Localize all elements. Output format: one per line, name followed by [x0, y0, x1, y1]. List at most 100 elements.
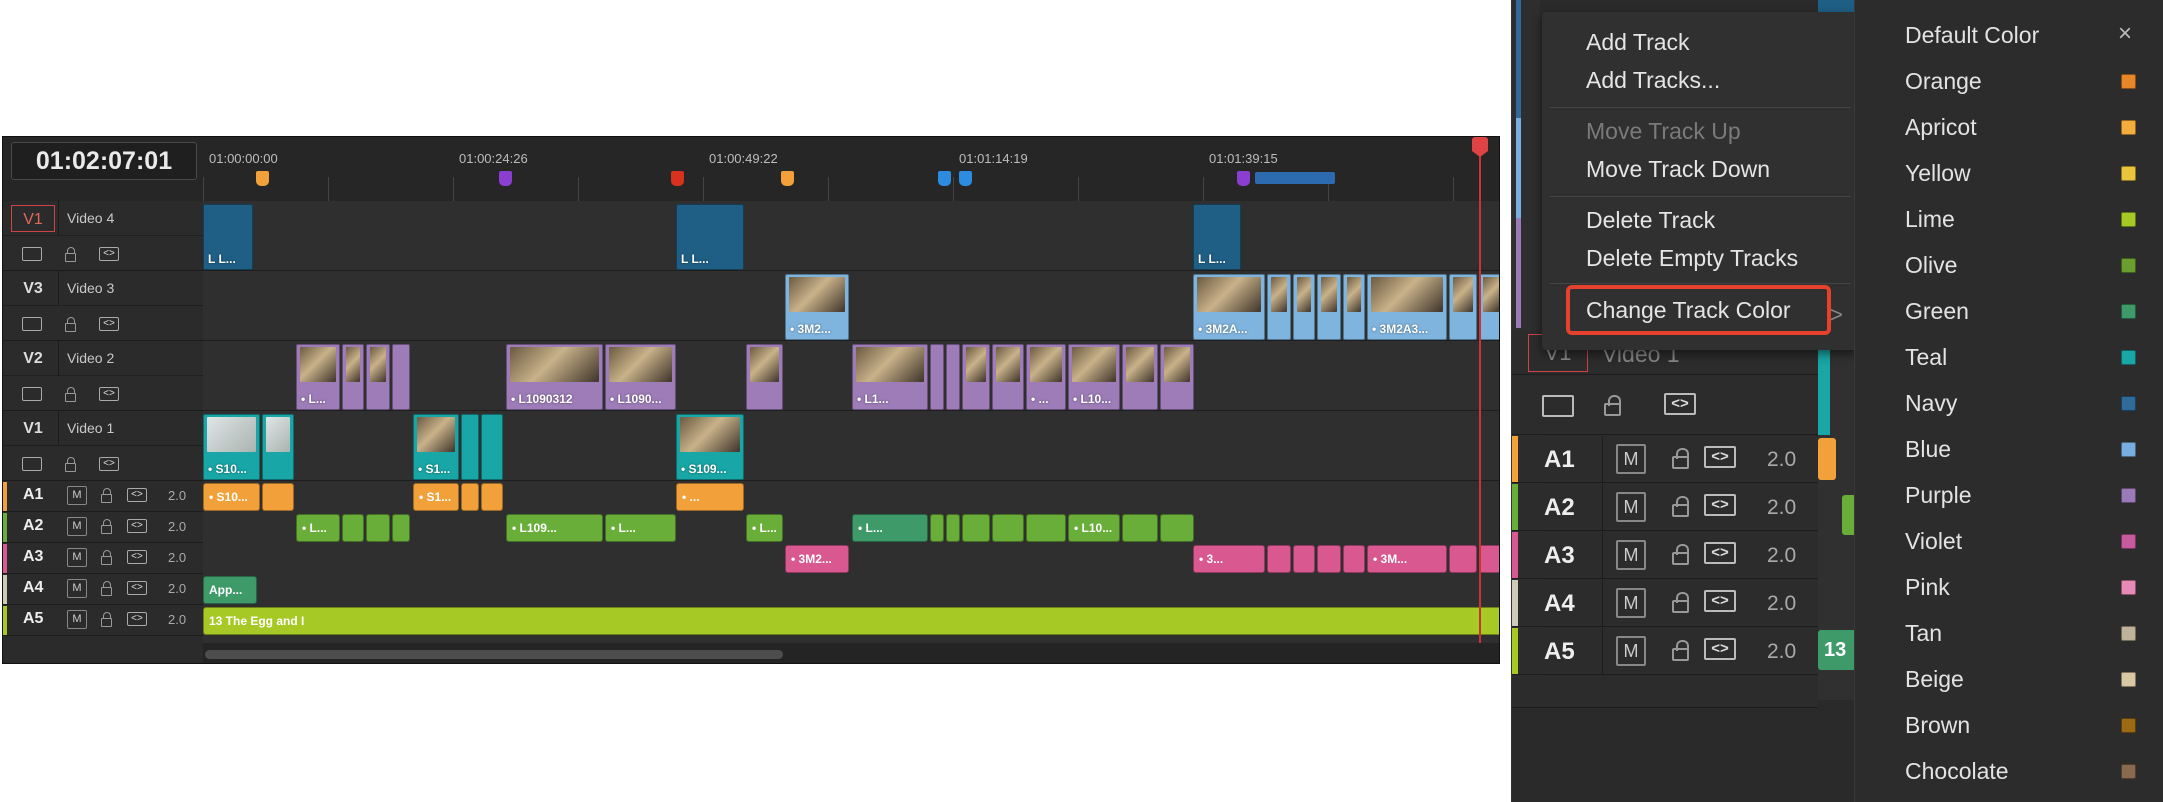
color-item-blue[interactable]: Blue [1905, 436, 1951, 463]
track-header-a4-zoom[interactable]: A4 M <> 2.0 [1512, 580, 1818, 627]
track-header-a2[interactable]: A2 M <> 2.0 [3, 513, 203, 543]
auto-select-icon[interactable]: <> [1664, 393, 1696, 415]
auto-select-icon[interactable]: <> [99, 247, 119, 261]
auto-select-icon[interactable]: <> [99, 457, 119, 471]
color-item-teal[interactable]: Teal [1905, 344, 1947, 371]
color-swatch[interactable] [2121, 442, 2136, 457]
audio-clip[interactable]: App... [203, 576, 257, 604]
marker-flag[interactable] [256, 171, 269, 186]
track-header-a1[interactable]: A1 M <> 2.0 [3, 482, 203, 512]
color-item-brown[interactable]: Brown [1905, 712, 1970, 739]
auto-select-icon[interactable]: <> [99, 387, 119, 401]
lock-icon[interactable] [1672, 640, 1689, 661]
timeline-clip[interactable]: • 3M2... [785, 274, 849, 340]
timeline-clip[interactable] [392, 344, 410, 410]
track-header-video-3[interactable]: V3 Video 3 <> [3, 271, 203, 341]
audio-clip[interactable]: • L... [605, 514, 676, 542]
film-icon[interactable] [22, 317, 42, 331]
lock-icon[interactable] [65, 317, 76, 332]
menu-item-add-tracks[interactable]: Add Tracks... [1586, 67, 1720, 94]
color-item-olive[interactable]: Olive [1905, 252, 1957, 279]
audio-clip[interactable] [962, 514, 990, 542]
audio-clip[interactable] [946, 514, 960, 542]
track-code[interactable]: V1 [11, 205, 55, 232]
lock-icon[interactable] [65, 247, 76, 262]
lock-icon[interactable] [1672, 496, 1689, 517]
timeline-clip[interactable]: • L1... [852, 344, 928, 410]
lock-icon[interactable] [101, 581, 112, 596]
timeline-clip[interactable] [1122, 344, 1158, 410]
mute-button[interactable]: M [67, 517, 87, 536]
audio-clip[interactable] [262, 483, 294, 511]
audio-clip[interactable]: • L109... [506, 514, 603, 542]
audio-clip[interactable]: • ... [676, 483, 744, 511]
track-header-a4[interactable]: A4 M <> 2.0 [3, 575, 203, 605]
timeline-clip[interactable]: • 3M2A3... [1367, 274, 1447, 340]
playhead-handle[interactable] [1472, 137, 1488, 157]
color-item-chocolate[interactable]: Chocolate [1905, 758, 2009, 785]
color-swatch[interactable] [2121, 764, 2136, 779]
timeline-clip[interactable]: • L1090312 [506, 344, 603, 410]
track-header-a5-zoom[interactable]: A5 M <> 2.0 [1512, 628, 1818, 675]
audio-clip[interactable] [1317, 545, 1341, 573]
auto-select-icon[interactable]: <> [127, 550, 147, 564]
audio-clip[interactable]: • 3M... [1367, 545, 1447, 573]
audio-clip[interactable] [481, 483, 503, 511]
timeline-clip[interactable]: L L... [676, 204, 744, 270]
auto-select-icon[interactable]: <> [127, 519, 147, 533]
film-icon[interactable] [22, 247, 42, 261]
marker-flag[interactable] [671, 171, 684, 186]
timeline-clip[interactable] [1317, 274, 1341, 340]
film-icon[interactable] [22, 387, 42, 401]
close-icon[interactable]: × [2118, 20, 2132, 48]
color-item-purple[interactable]: Purple [1905, 482, 1971, 509]
auto-select-icon[interactable]: <> [1704, 446, 1736, 468]
timeline-clip[interactable] [262, 414, 294, 480]
timeline-clip[interactable] [992, 344, 1024, 410]
timeline-clip[interactable]: • L... [296, 344, 340, 410]
track-header-a2-zoom[interactable]: A2 M <> 2.0 [1512, 484, 1818, 531]
color-item-lime[interactable]: Lime [1905, 206, 1955, 233]
audio-clip[interactable] [930, 514, 944, 542]
lock-icon[interactable] [101, 519, 112, 534]
auto-select-icon[interactable]: <> [127, 612, 147, 626]
lock-icon[interactable] [1672, 448, 1689, 469]
scrollbar-thumb[interactable] [205, 650, 783, 659]
color-swatch[interactable] [2121, 580, 2136, 595]
track-code[interactable]: V1 [11, 415, 55, 442]
mute-button[interactable]: M [1616, 540, 1646, 570]
timeline-clip[interactable]: • ... [1026, 344, 1066, 410]
lock-icon[interactable] [1672, 592, 1689, 613]
color-swatch[interactable] [2121, 396, 2136, 411]
timeline-clip[interactable] [366, 344, 390, 410]
color-item-violet[interactable]: Violet [1905, 528, 1962, 555]
timeline-clip[interactable]: • 3M2A... [1193, 274, 1265, 340]
color-item-default[interactable]: Default Color [1905, 22, 2039, 49]
timeline-clip[interactable]: • L10... [1068, 344, 1120, 410]
audio-clip[interactable]: • S1... [413, 483, 459, 511]
audio-clip[interactable]: • S10... [203, 483, 260, 511]
mute-button[interactable]: M [67, 486, 87, 505]
auto-select-icon[interactable]: <> [99, 317, 119, 331]
auto-select-icon[interactable]: <> [127, 488, 147, 502]
timeline-clip[interactable]: L L... [1193, 204, 1241, 270]
menu-item-add-track[interactable]: Add Track [1586, 29, 1690, 56]
mute-button[interactable]: M [1616, 492, 1646, 522]
lock-icon[interactable] [65, 387, 76, 402]
timeline-lanes[interactable]: L L... L L... L L... • 3M2... • 3M2A... … [203, 201, 1499, 663]
color-swatch[interactable] [2121, 488, 2136, 503]
color-swatch[interactable] [2121, 166, 2136, 181]
timeline-clip[interactable] [962, 344, 990, 410]
marker-flag[interactable] [1237, 171, 1250, 186]
color-swatch[interactable] [2121, 672, 2136, 687]
track-header-a5[interactable]: A5 M <> 2.0 [3, 606, 203, 636]
audio-clip[interactable]: • L10... [1068, 514, 1120, 542]
track-header-a3-zoom[interactable]: A3 M <> 2.0 [1512, 532, 1818, 579]
audio-clip[interactable] [1293, 545, 1315, 573]
mute-button[interactable]: M [67, 548, 87, 567]
color-item-tan[interactable]: Tan [1905, 620, 1942, 647]
marker-duration[interactable] [1255, 172, 1335, 184]
timeline-ruler[interactable]: 01:00:00:00 01:00:24:26 01:00:49:22 01:0… [203, 137, 1499, 201]
audio-clip[interactable]: • L... [296, 514, 340, 542]
horizontal-scrollbar[interactable] [203, 643, 1499, 663]
